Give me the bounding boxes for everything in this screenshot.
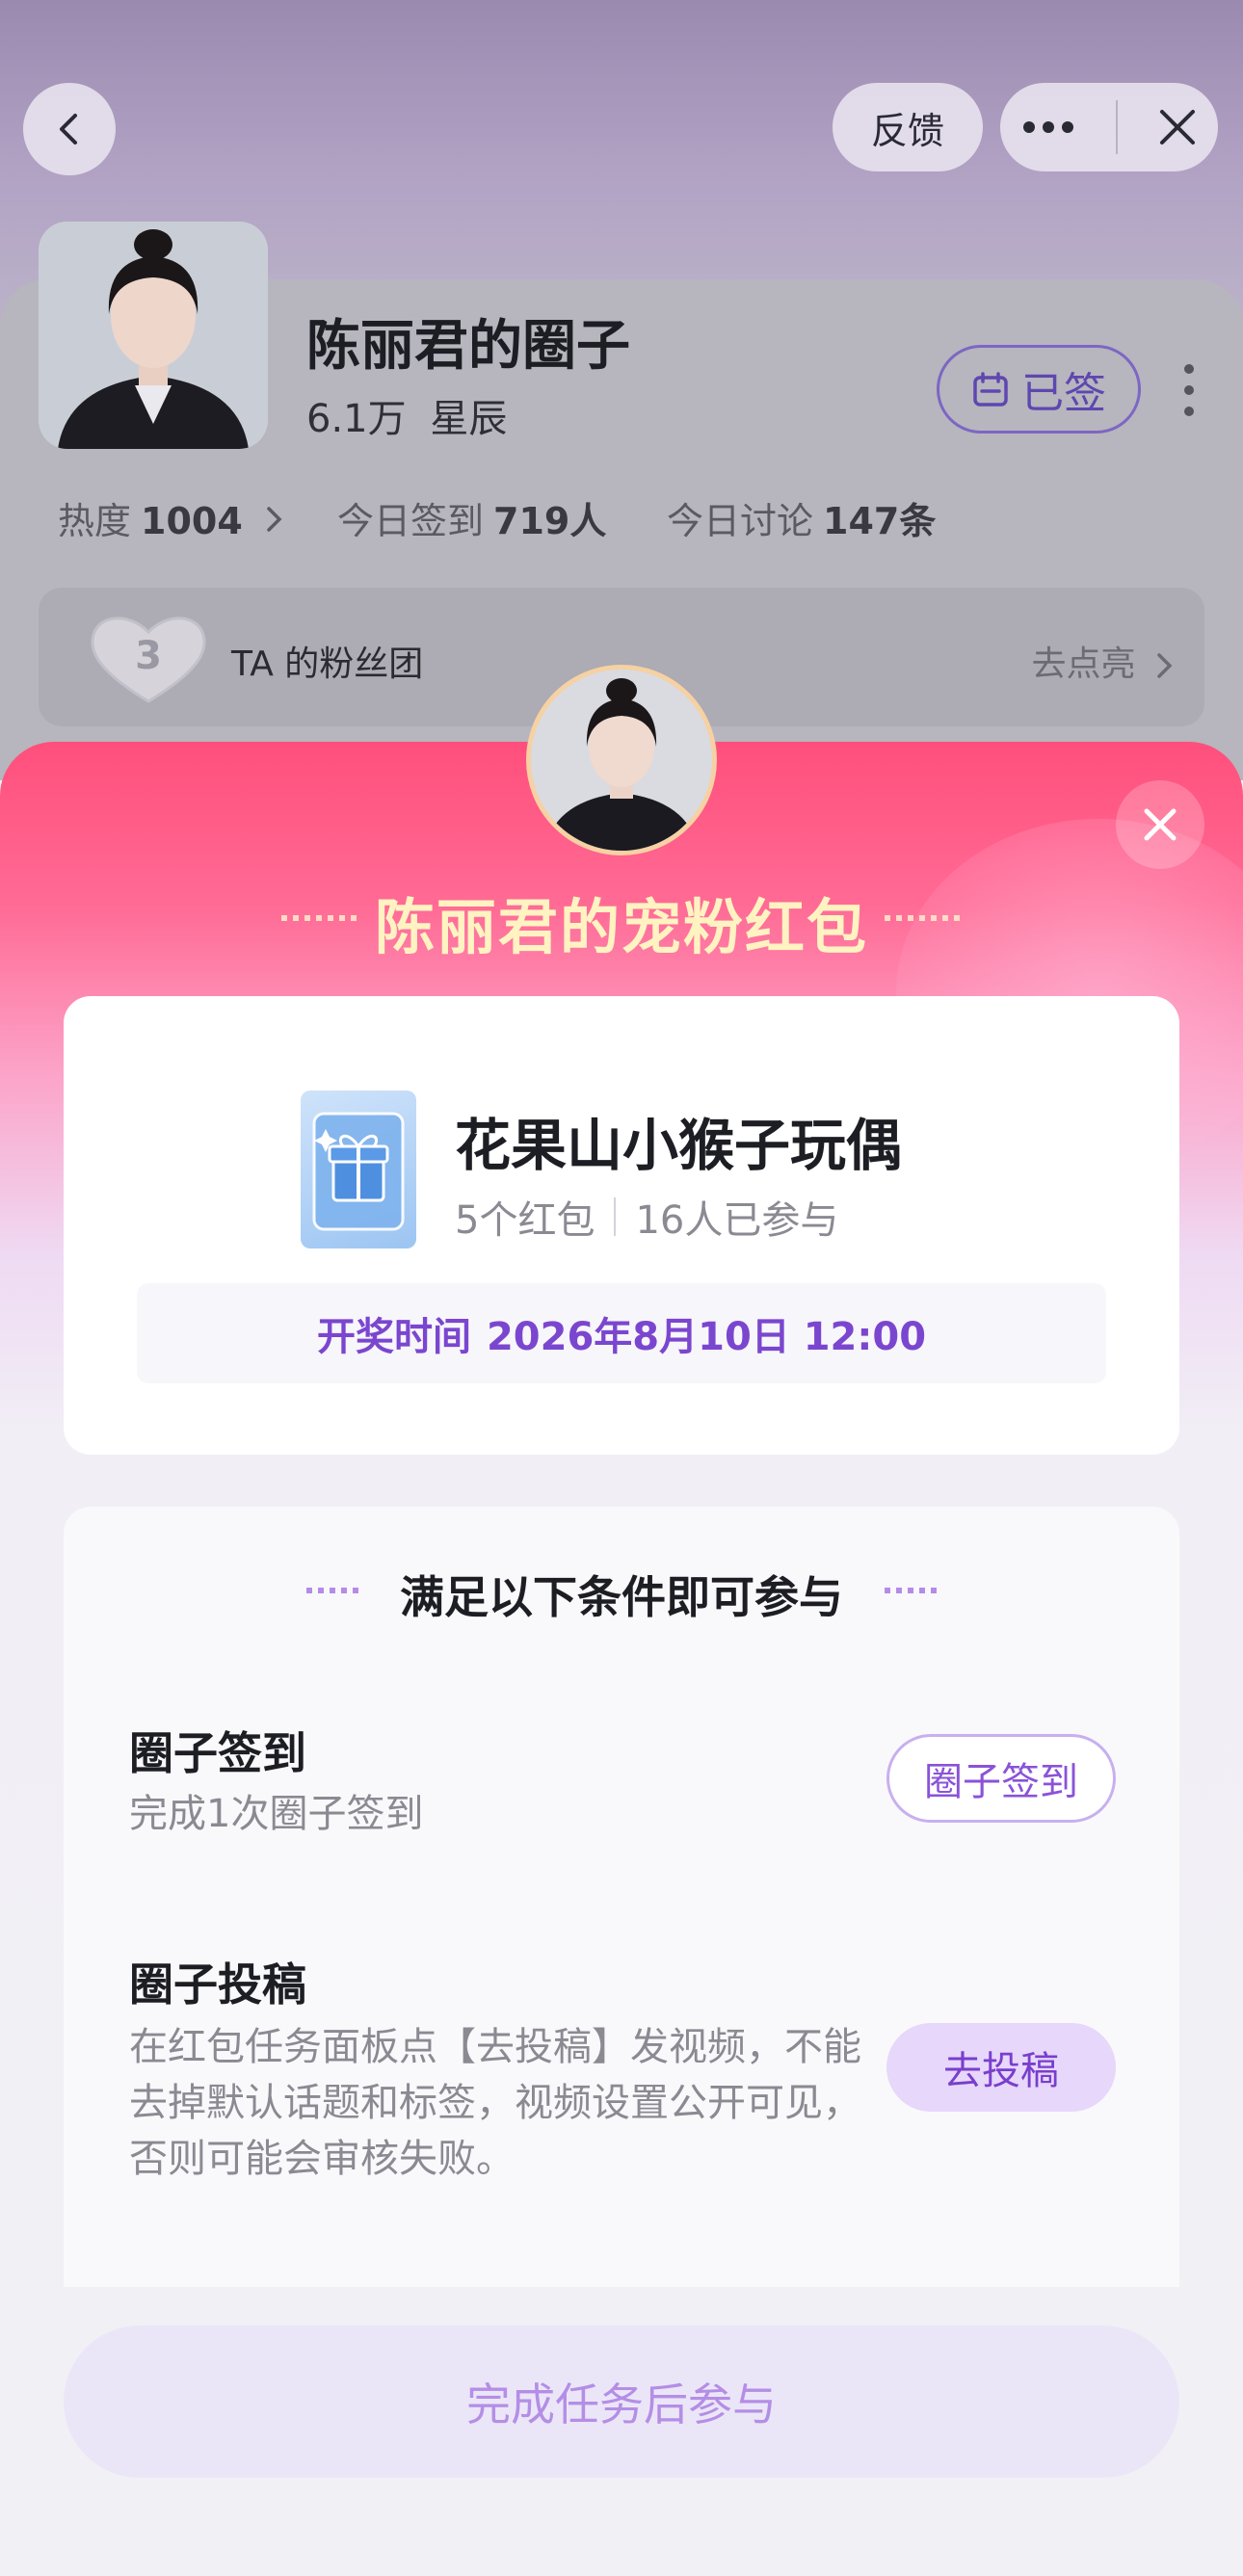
stat-heat[interactable]: 热度 1004 xyxy=(58,491,285,544)
task-desc-submit: 在红包任务面板点【去投稿】发视频，不能去掉默认话题和标签，视频设置公开可见，否则… xyxy=(129,2025,861,2181)
chevron-right-icon xyxy=(267,507,282,532)
close-icon xyxy=(1144,808,1177,841)
draw-time-box: 开奖时间 2026年8月10日 12:00 xyxy=(137,1283,1106,1383)
stat-checkins-label: 今日签到 xyxy=(337,500,485,542)
fan-group-action[interactable]: 去点亮 xyxy=(1032,636,1176,686)
prize-name: 花果山小猴子玩偶 xyxy=(455,1113,903,1178)
circle-avatar[interactable] xyxy=(39,222,268,449)
member-count-unit: 星辰 xyxy=(430,397,508,441)
mini-program-capsule xyxy=(1000,83,1218,171)
member-count-value: 6.1万 xyxy=(306,397,407,441)
checkin-task-button[interactable]: 圈子签到 xyxy=(886,1734,1116,1823)
person-portrait-icon xyxy=(39,222,268,449)
circle-member-count: 6.1万 星辰 xyxy=(306,387,507,443)
stat-heat-label: 热度 xyxy=(58,500,132,542)
participant-count: 16人已参与 xyxy=(635,1198,839,1243)
gift-card-icon xyxy=(301,1091,416,1249)
signed-button[interactable]: 已签 xyxy=(937,345,1141,434)
idol-avatar xyxy=(526,665,717,855)
packet-count: 5个红包 xyxy=(455,1198,595,1243)
modal-title: 陈丽君的宠粉红包 xyxy=(374,892,868,962)
task-desc-checkin: 完成1次圈子签到 xyxy=(129,1792,424,1836)
join-after-tasks-button[interactable]: 完成任务后参与 xyxy=(64,2326,1179,2478)
prize-card: 花果山小猴子玩偶 5个红包 16人已参与 开奖时间 2026年8月10日 12:… xyxy=(64,996,1179,1455)
back-button[interactable] xyxy=(23,83,116,175)
fan-level: 3 xyxy=(135,634,162,678)
signed-label: 已签 xyxy=(1021,369,1106,418)
heart-level-icon: 3 xyxy=(91,617,206,703)
capsule-divider xyxy=(1116,100,1118,154)
submit-task-button[interactable]: 去投稿 xyxy=(886,2023,1116,2112)
task-title-checkin: 圈子签到 xyxy=(129,1727,306,1779)
more-vertical-icon[interactable] xyxy=(1181,364,1197,416)
modal-close-button[interactable] xyxy=(1116,780,1204,869)
close-icon[interactable] xyxy=(1156,106,1199,148)
stat-discussions-label: 今日讨论 xyxy=(667,500,814,542)
meta-divider xyxy=(614,1197,617,1236)
stat-heat-value: 1004 xyxy=(141,500,243,542)
conditions-header: 满足以下条件即可参与 xyxy=(400,1571,843,1623)
chevron-right-icon xyxy=(1157,653,1173,678)
stat-checkins: 今日签到 719人 xyxy=(337,491,606,544)
task-title-submit: 圈子投稿 xyxy=(129,1958,306,2011)
feedback-button[interactable]: 反馈 xyxy=(833,83,983,171)
fan-group-action-label: 去点亮 xyxy=(1031,644,1136,684)
stat-discussions-value: 147条 xyxy=(823,500,937,542)
draw-time-label: 开奖时间 xyxy=(316,1315,471,1359)
fan-group-label: TA 的粉丝团 xyxy=(231,644,424,684)
person-portrait-icon xyxy=(531,670,712,851)
draw-time-value: 2026年8月10日 12:00 xyxy=(486,1315,927,1359)
feedback-label: 反馈 xyxy=(870,109,944,152)
prize-meta: 5个红包 16人已参与 xyxy=(455,1189,838,1245)
more-icon[interactable] xyxy=(1019,118,1077,137)
conditions-card: 满足以下条件即可参与 圈子签到 完成1次圈子签到 圈子签到 圈子投稿 在红包任务… xyxy=(64,1507,1179,2287)
chevron-left-icon xyxy=(60,114,77,145)
circle-title: 陈丽君的圈子 xyxy=(306,315,630,378)
calendar-icon xyxy=(973,372,1008,407)
stat-checkins-value: 719人 xyxy=(493,500,607,542)
stat-discussions: 今日讨论 147条 xyxy=(667,491,936,544)
